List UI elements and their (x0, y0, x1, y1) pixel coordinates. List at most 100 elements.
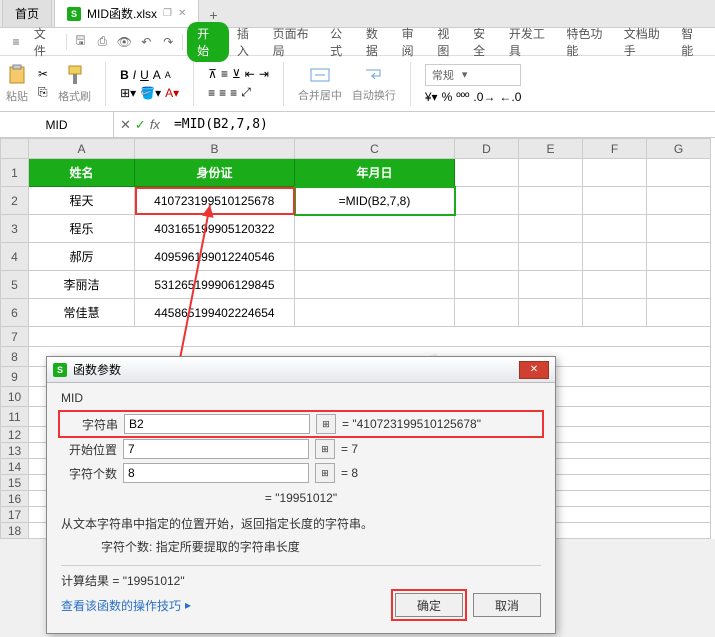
help-link[interactable]: 查看该函数的操作技巧 ▸ (61, 597, 191, 614)
accept-formula-icon[interactable]: ✓ (135, 117, 146, 133)
cell-F4[interactable] (583, 243, 647, 271)
dec-decimal-icon[interactable]: ←.0 (499, 90, 521, 104)
menu-security[interactable]: 安全 (467, 22, 501, 62)
cell-C2[interactable]: =MID(B2,7,8) (295, 187, 455, 215)
cell-A3[interactable]: 程乐 (29, 215, 135, 243)
cell-A1[interactable]: 姓名 (29, 159, 135, 187)
menu-special[interactable]: 特色功能 (560, 22, 615, 62)
menu-dev-tools[interactable]: 开发工具 (503, 22, 558, 62)
cell-D5[interactable] (455, 271, 519, 299)
col-header-A[interactable]: A (29, 139, 135, 159)
menu-smart[interactable]: 智能 (675, 22, 709, 62)
row-header-7[interactable]: 7 (1, 327, 29, 347)
comma-icon[interactable]: ººº (456, 90, 469, 104)
menu-formula[interactable]: 公式 (324, 22, 358, 62)
row-header-9[interactable]: 9 (1, 367, 29, 387)
row-header-17[interactable]: 17 (1, 507, 29, 523)
col-header-G[interactable]: G (647, 139, 711, 159)
row-header-16[interactable]: 16 (1, 491, 29, 507)
col-header-E[interactable]: E (519, 139, 583, 159)
paste-button[interactable] (6, 64, 28, 86)
save-icon[interactable]: 🖫 (71, 31, 91, 53)
dialog-close-button[interactable]: ✕ (519, 361, 549, 379)
row-header-8[interactable]: 8 (1, 347, 29, 367)
row-header-12[interactable]: 12 (1, 427, 29, 443)
col-header-D[interactable]: D (455, 139, 519, 159)
percent-icon[interactable]: % (442, 90, 453, 104)
font-grow-button[interactable]: A (153, 68, 161, 82)
align-middle-icon[interactable]: ≡ (221, 67, 228, 81)
name-box[interactable]: MID (0, 112, 114, 137)
underline-button[interactable]: U (140, 68, 149, 82)
cell-D1[interactable] (455, 159, 519, 187)
row-header-15[interactable]: 15 (1, 475, 29, 491)
preview-icon[interactable]: 👁 (114, 31, 134, 53)
fx-icon[interactable]: fx (150, 117, 160, 132)
align-bottom-icon[interactable]: ⊻ (232, 67, 241, 81)
col-header-B[interactable]: B (135, 139, 295, 159)
row-header-5[interactable]: 5 (1, 271, 29, 299)
cell-E5[interactable] (519, 271, 583, 299)
cell-G3[interactable] (647, 215, 711, 243)
cut-icon[interactable]: ✂ (38, 67, 48, 81)
fill-color-button[interactable]: 🪣▾ (140, 86, 161, 100)
cell-D6[interactable] (455, 299, 519, 327)
tab-file[interactable]: S MID函数.xlsx ❐ ✕ (54, 0, 199, 27)
align-left-icon[interactable]: ≡ (208, 86, 215, 100)
cell-E1[interactable] (519, 159, 583, 187)
cell-D2[interactable] (455, 187, 519, 215)
cell-B4[interactable]: 409596199012240546 (135, 243, 295, 271)
redo-icon[interactable]: ↷ (158, 31, 178, 53)
cell-C1[interactable]: 年月日 (295, 159, 455, 187)
row-header-4[interactable]: 4 (1, 243, 29, 271)
menu-data[interactable]: 数据 (360, 22, 394, 62)
menu-insert[interactable]: 插入 (231, 22, 265, 62)
inc-decimal-icon[interactable]: .0→ (473, 90, 495, 104)
menu-doc-helper[interactable]: 文档助手 (618, 22, 673, 62)
cancel-button[interactable]: 取消 (473, 593, 541, 617)
cell-B2[interactable]: 410723199510125678 (135, 187, 295, 215)
undo-icon[interactable]: ↶ (136, 31, 156, 53)
cell-B5[interactable]: 531265199906129845 (135, 271, 295, 299)
cell-G6[interactable] (647, 299, 711, 327)
orientation-icon[interactable]: ⤢ (241, 85, 251, 100)
cell-row7[interactable] (29, 327, 711, 347)
bold-button[interactable]: B (120, 68, 129, 82)
formula-input[interactable]: =MID(B2,7,8) (166, 117, 715, 132)
cell-E4[interactable] (519, 243, 583, 271)
cell-G1[interactable] (647, 159, 711, 187)
indent-increase-icon[interactable]: ⇥ (259, 67, 269, 81)
cancel-formula-icon[interactable]: ✕ (120, 117, 131, 133)
cell-C5[interactable] (295, 271, 455, 299)
row-header-1[interactable]: 1 (1, 159, 29, 187)
cell-A5[interactable]: 李丽洁 (29, 271, 135, 299)
cell-C6[interactable] (295, 299, 455, 327)
row-header-2[interactable]: 2 (1, 187, 29, 215)
row-header-3[interactable]: 3 (1, 215, 29, 243)
copy-icon[interactable]: ⎘ (38, 85, 48, 100)
col-header-C[interactable]: C (295, 139, 455, 159)
print-icon[interactable]: ⎙ (93, 31, 113, 53)
cell-F3[interactable] (583, 215, 647, 243)
row-header-18[interactable]: 18 (1, 523, 29, 539)
italic-button[interactable]: I (133, 68, 136, 82)
cell-B3[interactable]: 403165199905120322 (135, 215, 295, 243)
indent-decrease-icon[interactable]: ⇤ (245, 67, 255, 81)
cell-G2[interactable] (647, 187, 711, 215)
row-header-13[interactable]: 13 (1, 443, 29, 459)
cell-E2[interactable] (519, 187, 583, 215)
align-right-icon[interactable]: ≡ (230, 86, 237, 100)
hamburger-icon[interactable]: ≡ (6, 31, 26, 53)
cell-F1[interactable] (583, 159, 647, 187)
param-input-text[interactable] (124, 414, 310, 434)
row-header-14[interactable]: 14 (1, 459, 29, 475)
currency-icon[interactable]: ¥▾ (425, 90, 438, 104)
border-button[interactable]: ⊞▾ (120, 86, 136, 100)
range-selector-icon[interactable]: ⊞ (315, 439, 335, 459)
cell-F6[interactable] (583, 299, 647, 327)
wrap-button[interactable] (363, 65, 385, 85)
font-color-button[interactable]: A▾ (165, 86, 179, 100)
cell-F2[interactable] (583, 187, 647, 215)
number-format-select[interactable]: 常规 ▾ (425, 64, 522, 86)
row-header-10[interactable]: 10 (1, 387, 29, 407)
